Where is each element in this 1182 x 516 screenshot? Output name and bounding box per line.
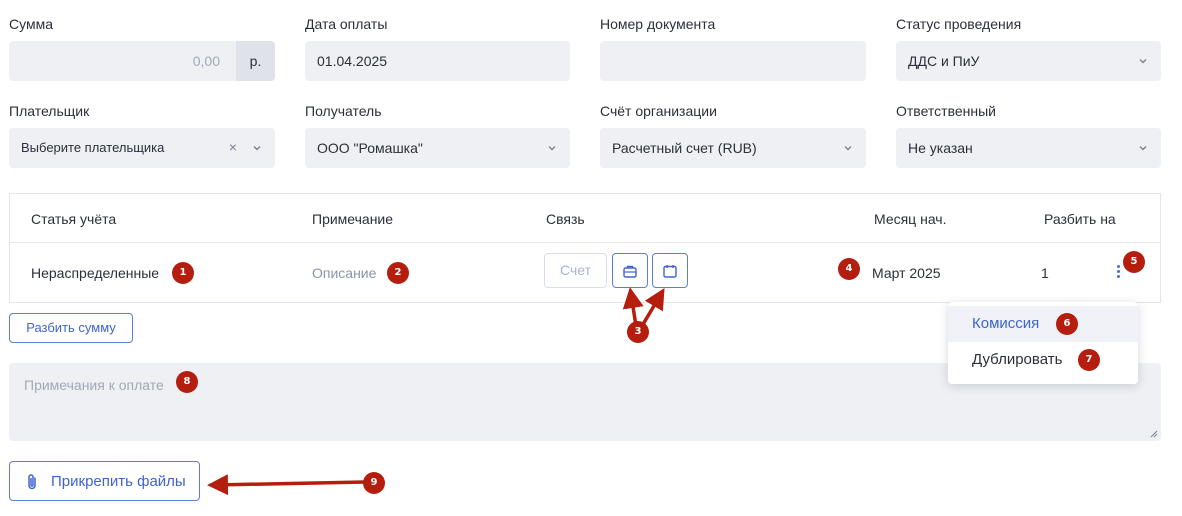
recipient-value: ООО "Ромашка" (317, 140, 423, 156)
chevron-down-icon (251, 142, 263, 154)
currency-unit: р. (236, 41, 275, 81)
org-account-label: Счёт организации (600, 103, 717, 119)
payer-select[interactable]: Выберите плательщика × (9, 128, 275, 168)
divider (10, 242, 1160, 243)
column-header-article: Статья учёта (31, 211, 117, 227)
arrow-9 (207, 474, 366, 496)
annotation-badge-4: 4 (838, 258, 860, 280)
posting-status-value: ДДС и ПиУ (908, 53, 980, 69)
paperclip-icon (28, 474, 36, 490)
briefcase-button[interactable] (612, 253, 648, 288)
payment-date-value: 01.04.2025 (317, 53, 388, 69)
annotation-badge-8: 8 (176, 371, 198, 393)
split-cell[interactable]: 1 (1041, 265, 1049, 281)
posting-status-select[interactable]: ДДС и ПиУ (896, 41, 1161, 81)
briefcase-icon (623, 265, 637, 278)
menu-item-duplicate[interactable]: Дублировать (948, 342, 1138, 378)
column-header-split: Разбить на (1044, 211, 1116, 227)
annotation-badge-1: 1 (172, 262, 194, 284)
column-header-month: Месяц нач. (874, 211, 947, 227)
article-cell[interactable]: Нераспределенные (31, 265, 159, 281)
posting-status-label: Статус проведения (896, 16, 1022, 32)
chevron-down-icon (842, 142, 854, 154)
org-account-select[interactable]: Расчетный счет (RUB) (600, 128, 866, 168)
chevron-down-icon (1137, 55, 1149, 67)
annotation-badge-7: 7 (1078, 349, 1100, 371)
column-header-note: Примечание (312, 211, 394, 227)
chevron-down-icon (546, 142, 558, 154)
recipient-select[interactable]: ООО "Ромашка" (305, 128, 570, 168)
annotation-badge-6: 6 (1056, 313, 1078, 335)
annotation-badge-9: 9 (363, 472, 385, 494)
annotation-badge-3: 3 (627, 321, 649, 343)
attach-files-button[interactable]: Прикрепить файлы (9, 461, 200, 501)
calendar-button[interactable] (652, 253, 688, 288)
menu-item-commission[interactable]: Комиссия (948, 306, 1138, 342)
org-account-value: Расчетный счет (RUB) (612, 140, 757, 156)
annotation-badge-2: 2 (387, 262, 409, 284)
recipient-label: Получатель (305, 103, 382, 119)
responsible-value: Не указан (908, 140, 973, 156)
payer-label: Плательщик (9, 103, 90, 119)
amount-input[interactable]: 0,00 (9, 41, 236, 81)
document-number-label: Номер документа (600, 16, 716, 32)
chevron-down-icon (1137, 142, 1149, 154)
payment-date-input[interactable]: 01.04.2025 (305, 41, 570, 81)
invoice-button[interactable]: Счет (544, 253, 607, 288)
calendar-icon (663, 265, 677, 278)
split-amount-button[interactable]: Разбить сумму (9, 313, 133, 343)
notes-placeholder: Примечания к оплате (24, 377, 164, 393)
annotation-badge-5: 5 (1123, 251, 1145, 273)
responsible-select[interactable]: Не указан (896, 128, 1161, 168)
resize-handle-icon (1150, 430, 1158, 438)
responsible-label: Ответственный (896, 103, 996, 119)
note-cell[interactable]: Описание (312, 265, 376, 281)
row-context-menu: Комиссия Дублировать (948, 302, 1138, 384)
attach-files-label: Прикрепить файлы (51, 473, 186, 490)
amount-field: 0,00 р. (9, 41, 275, 81)
clear-icon[interactable]: × (229, 139, 237, 155)
allocation-table: Статья учёта Примечание Связь Месяц нач.… (9, 193, 1161, 303)
document-number-input[interactable] (600, 41, 866, 81)
more-options-icon[interactable] (1115, 265, 1121, 281)
column-header-link: Связь (546, 211, 585, 227)
amount-value: 0,00 (192, 53, 220, 69)
payment-date-label: Дата оплаты (305, 16, 388, 32)
payer-value: Выберите плательщика (21, 140, 165, 155)
amount-label: Сумма (9, 16, 53, 32)
month-cell[interactable]: Март 2025 (872, 265, 941, 281)
